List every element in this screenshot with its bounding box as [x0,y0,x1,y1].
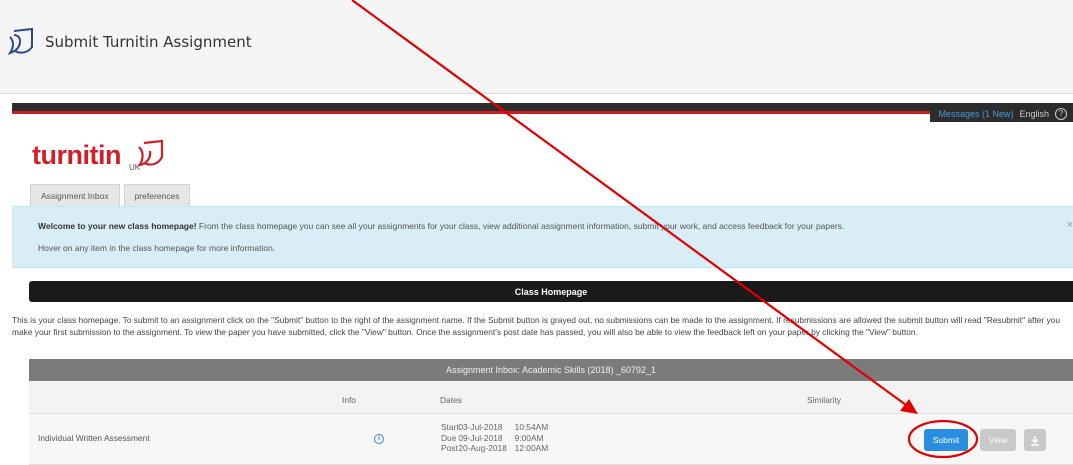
column-dates: Dates [440,395,462,405]
turnitin-feather-icon [8,27,33,55]
assignment-title[interactable]: Individual Written Assessment [38,433,150,443]
close-icon[interactable]: × [1067,219,1073,231]
date-due: Due 09-Jul-2018 9:00AM [441,433,548,444]
table-header: Info Dates Similarity [29,381,1073,414]
date-value: 20-Aug-2018 [458,443,507,453]
logo-wordmark: turnitin [32,140,121,170]
info-icon[interactable]: i [374,434,384,444]
date-post: Post 20-Aug-2018 12:00AM [441,443,548,454]
date-label: Post [441,443,458,453]
download-button[interactable] [1024,429,1046,451]
turnitin-logo: turnitin UK [32,136,172,176]
help-circle-icon[interactable]: ? [1055,108,1067,120]
turnitin-frame: Messages (1 New) English ? turnitin UK A… [0,103,1073,465]
intro-text: This is your class homepage. To submit t… [12,315,1060,337]
table-row: Individual Written Assessment i Start 03… [29,414,1073,465]
assignment-dates: Start 03-Jul-2018 10:54AM Due 09-Jul-201… [441,422,548,454]
time-value: 12:00AM [514,443,549,453]
class-homepage-heading: Class Homepage [29,281,1073,302]
welcome-hover-hint: Hover on any item in the class homepage … [38,243,276,253]
top-bar [12,103,1073,111]
date-value: 09-Jul-2018 [458,432,503,443]
language-selector[interactable]: English [1019,109,1049,119]
tool-header: Submit Turnitin Assignment [0,0,1073,94]
date-label: Start [441,422,459,432]
submit-button[interactable]: Submit [924,429,968,451]
welcome-alert: Welcome to your new class homepage! From… [12,206,1073,268]
download-icon [1031,435,1039,446]
view-button[interactable]: View [980,429,1016,451]
tab-bar: Assignment Inbox preferences [30,184,191,206]
column-similarity: Similarity [807,395,841,405]
messages-link[interactable]: Messages (1 New) [938,109,1013,119]
welcome-message: Welcome to your new class homepage! From… [38,221,844,231]
date-label: Due [441,432,457,443]
utility-bar: Messages (1 New) English ? [930,106,1073,122]
welcome-heading: Welcome to your new class homepage! [38,221,197,231]
date-start: Start 03-Jul-2018 10:54AM [441,422,548,433]
tab-preferences[interactable]: preferences [123,184,191,206]
page-title: Submit Turnitin Assignment [45,33,252,51]
brand-stripe [12,111,1073,114]
date-value: 03-Jul-2018 [458,422,503,432]
column-info: Info [342,395,356,405]
time-value: 9:00AM [514,432,544,443]
inbox-title: Assignment Inbox: Academic Skills (2018)… [29,359,1073,381]
welcome-text: From the class homepage you can see all … [196,221,845,231]
time-value: 10:54AM [514,422,549,432]
tab-assignment-inbox[interactable]: Assignment Inbox [30,184,120,206]
logo-feather-icon [137,139,164,167]
